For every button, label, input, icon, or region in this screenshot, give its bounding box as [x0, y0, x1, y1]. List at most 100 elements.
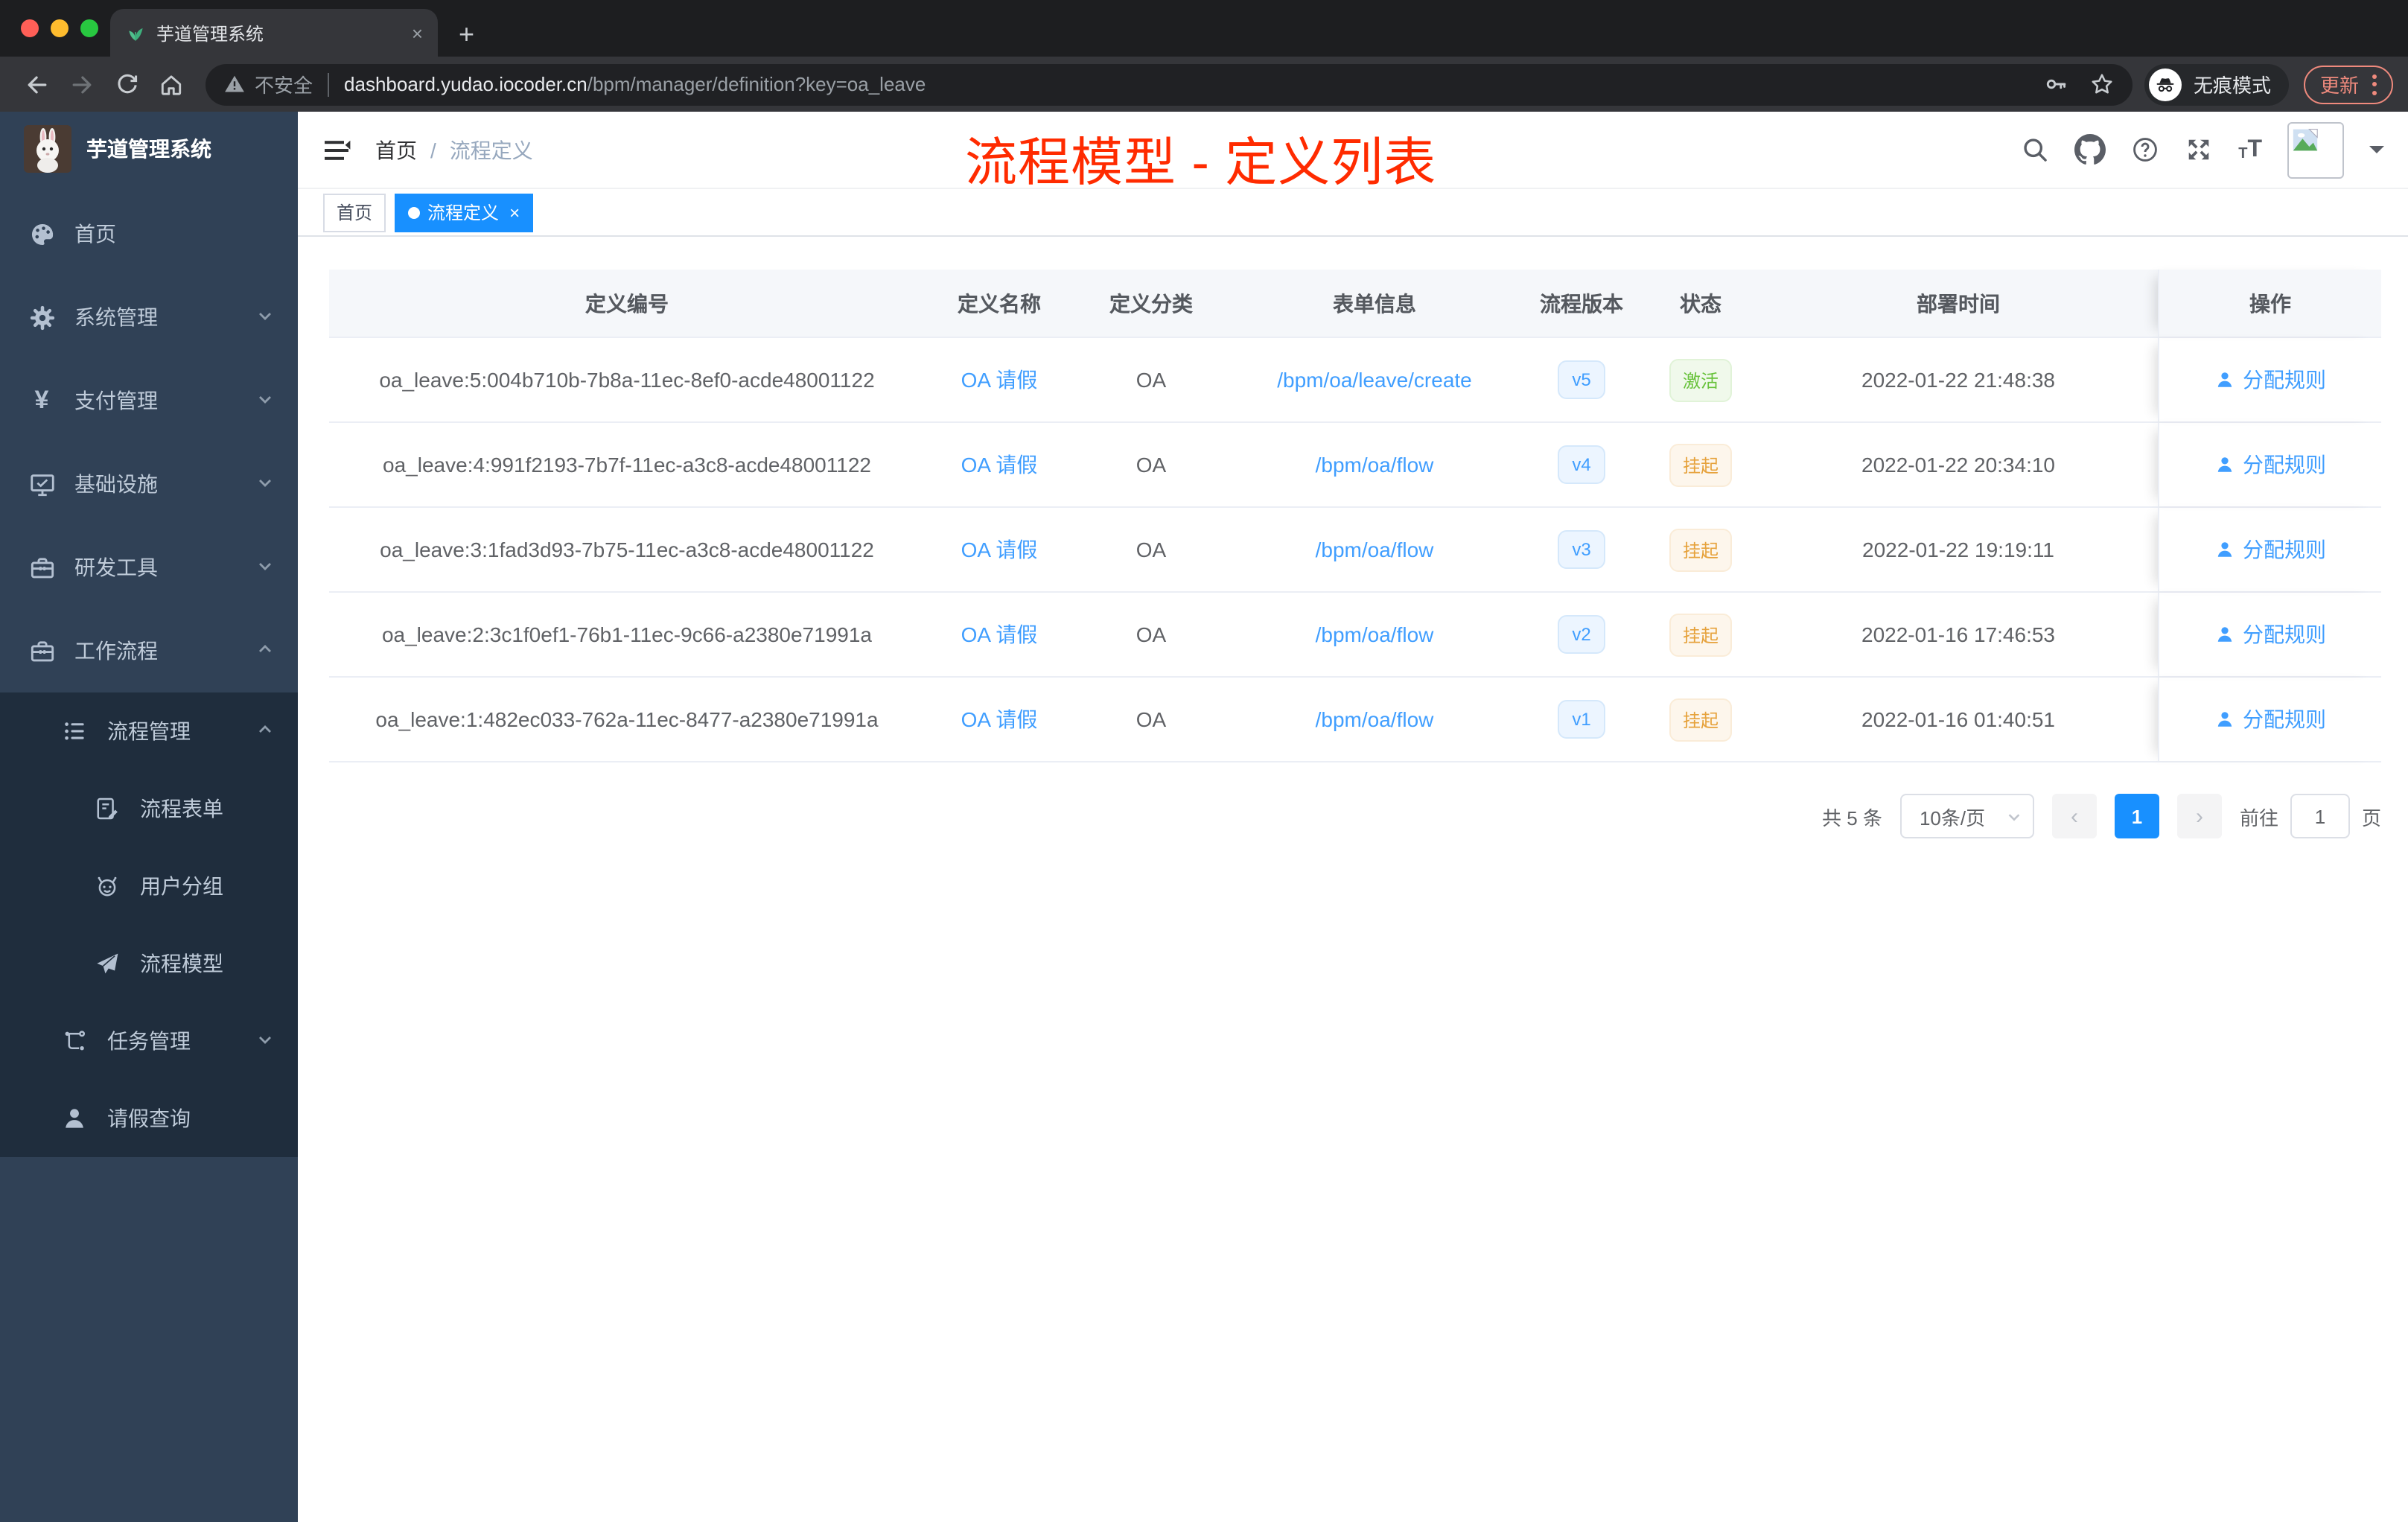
table-header-row: 定义编号 定义名称 定义分类 表单信息 流程版本 状态 部署时间 操作 — [329, 270, 2381, 338]
browser-tab[interactable]: 芋道管理系统 × — [110, 9, 438, 57]
form-edit-icon — [89, 795, 125, 822]
breadcrumb: 首页 / 流程定义 — [375, 135, 533, 165]
cell-deploy-time: 2022-01-16 17:46:53 — [1861, 623, 2055, 646]
tag-label: 流程定义 — [427, 203, 500, 223]
sidebar-item-workflow[interactable]: 工作流程 — [0, 609, 298, 692]
browser-toolbar: 不安全 dashboard.yudao.iocoder.cn/bpm/manag… — [0, 57, 2408, 112]
version-badge: v2 — [1557, 615, 1606, 654]
avatar[interactable] — [2287, 121, 2344, 178]
sidebar-item-system[interactable]: 系统管理 — [0, 276, 298, 359]
tag-close-icon[interactable]: × — [509, 202, 520, 223]
page-size-select[interactable]: 10条/页 — [1899, 794, 2034, 838]
breadcrumb-home[interactable]: 首页 — [375, 135, 417, 165]
window-close-button[interactable] — [21, 19, 39, 37]
sidebar-item-process-mgmt[interactable]: 流程管理 — [0, 692, 298, 770]
incognito-label: 无痕模式 — [2193, 74, 2271, 97]
back-icon[interactable] — [15, 71, 60, 98]
next-page-button[interactable]: › — [2176, 794, 2222, 838]
gear-icon — [24, 303, 60, 331]
sidebar-menu: 首页 系统管理 ¥ 支付管理 基础设施 研发工具 工作流程 流程管理 流程表单 … — [0, 186, 298, 1157]
cell-category: OA — [1135, 453, 1167, 477]
not-secure-label: 不安全 — [255, 74, 313, 97]
reload-icon[interactable] — [104, 71, 149, 97]
page-1-button[interactable]: 1 — [2114, 794, 2159, 838]
total-count: 共 5 条 — [1822, 806, 1882, 829]
address-bar[interactable]: 不安全 dashboard.yudao.iocoder.cn/bpm/manag… — [206, 63, 2133, 105]
sidebar-item-home[interactable]: 首页 — [0, 192, 298, 276]
bookmark-star-icon[interactable] — [2089, 71, 2115, 97]
flow-tree-icon — [57, 1028, 92, 1054]
sidebar-item-user-group[interactable]: 用户分组 — [0, 847, 298, 925]
chevron-up-icon — [256, 719, 274, 743]
assign-rule-link[interactable]: 分配规则 — [2214, 620, 2326, 649]
status-badge: 挂起 — [1669, 443, 1732, 486]
form-link[interactable]: /bpm/oa/flow — [1316, 538, 1434, 561]
definition-name-link[interactable]: OA 请假 — [961, 535, 1038, 564]
definition-name-link[interactable]: OA 请假 — [961, 704, 1038, 734]
tab-close-icon[interactable]: × — [412, 22, 423, 44]
sidebar-item-devtools[interactable]: 研发工具 — [0, 526, 298, 609]
sidebar-item-payment[interactable]: ¥ 支付管理 — [0, 359, 298, 442]
goto-page-input[interactable] — [2290, 794, 2350, 838]
paper-plane-icon — [89, 950, 125, 977]
goto-unit: 页 — [2361, 806, 2381, 829]
url-path: /bpm/manager/definition?key=oa_leave — [587, 73, 926, 95]
page-content: 定义编号 定义名称 定义分类 表单信息 流程版本 状态 部署时间 操作 oa_l… — [298, 237, 2408, 1522]
col-header: 定义编号 — [585, 291, 669, 315]
browser-menu-icon[interactable] — [2372, 74, 2377, 95]
cell-definition-id: oa_leave:3:1fad3d93-7b75-11ec-a3c8-acde4… — [380, 538, 874, 561]
assign-rule-link[interactable]: 分配规则 — [2214, 365, 2326, 395]
active-dot — [408, 206, 421, 218]
sidebar-item-leave-query[interactable]: 请假查询 — [0, 1080, 298, 1157]
form-link[interactable]: /bpm/oa/flow — [1316, 707, 1434, 731]
col-header: 表单信息 — [1333, 291, 1416, 315]
assign-rule-link[interactable]: 分配规则 — [2214, 704, 2326, 734]
sidebar-item-process-form[interactable]: 流程表单 — [0, 770, 298, 847]
chevron-down-icon — [256, 555, 274, 579]
sidebar-item-infra[interactable]: 基础设施 — [0, 442, 298, 526]
col-header: 定义名称 — [958, 291, 1041, 315]
chevron-down-icon — [256, 305, 274, 329]
window-zoom-button[interactable] — [80, 19, 98, 37]
definition-table: 定义编号 定义名称 定义分类 表单信息 流程版本 状态 部署时间 操作 oa_l… — [329, 270, 2381, 762]
fullscreen-icon[interactable] — [2185, 136, 2213, 164]
cell-definition-id: oa_leave:1:482ec033-762a-11ec-8477-a2380… — [375, 707, 879, 731]
github-icon[interactable] — [2074, 134, 2106, 165]
incognito-icon — [2148, 68, 2182, 101]
select-caret-icon — [2008, 813, 2020, 821]
sidebar-logo[interactable]: 芋道管理系统 — [0, 112, 298, 186]
cell-category: OA — [1135, 623, 1167, 646]
user-icon — [57, 1105, 92, 1132]
cell-definition-id: oa_leave:5:004b710b-7b8a-11ec-8ef0-acde4… — [379, 368, 875, 392]
definition-name-link[interactable]: OA 请假 — [961, 620, 1038, 649]
definition-name-link[interactable]: OA 请假 — [961, 365, 1038, 395]
update-label: 更新 — [2319, 74, 2359, 97]
avatar-caret-icon[interactable] — [2369, 146, 2384, 161]
text-size-icon[interactable]: TT — [2238, 137, 2262, 162]
form-link[interactable]: /bpm/oa/flow — [1316, 453, 1434, 477]
home-icon[interactable] — [149, 71, 194, 98]
forward-icon[interactable] — [60, 71, 104, 98]
assign-rule-link[interactable]: 分配规则 — [2214, 535, 2326, 564]
url-host: dashboard.yudao.iocoder.cn — [344, 73, 587, 95]
cell-deploy-time: 2022-01-22 20:34:10 — [1861, 453, 2055, 477]
sidebar-fold-icon[interactable] — [322, 135, 351, 165]
pagination: 共 5 条 10条/页 ‹ 1 › 前往 页 — [329, 794, 2381, 838]
sidebar-item-label: 流程管理 — [107, 719, 191, 743]
update-button[interactable]: 更新 — [2303, 65, 2393, 104]
new-tab-button[interactable]: + — [459, 19, 474, 51]
help-icon[interactable] — [2131, 136, 2159, 164]
definition-name-link[interactable]: OA 请假 — [961, 450, 1038, 480]
form-link[interactable]: /bpm/oa/leave/create — [1277, 368, 1472, 392]
key-icon[interactable] — [2043, 71, 2068, 97]
sidebar-item-process-model[interactable]: 流程模型 — [0, 925, 298, 1002]
prev-page-button[interactable]: ‹ — [2051, 794, 2097, 838]
tag-process-definition[interactable]: 流程定义 × — [395, 193, 534, 232]
search-icon[interactable] — [2021, 136, 2049, 164]
form-link[interactable]: /bpm/oa/flow — [1316, 623, 1434, 646]
window-minimize-button[interactable] — [51, 19, 69, 37]
sidebar-item-task-mgmt[interactable]: 任务管理 — [0, 1002, 298, 1080]
assign-rule-link[interactable]: 分配规则 — [2214, 450, 2326, 480]
sidebar-item-label: 流程表单 — [140, 797, 223, 821]
tag-home[interactable]: 首页 — [323, 193, 386, 232]
